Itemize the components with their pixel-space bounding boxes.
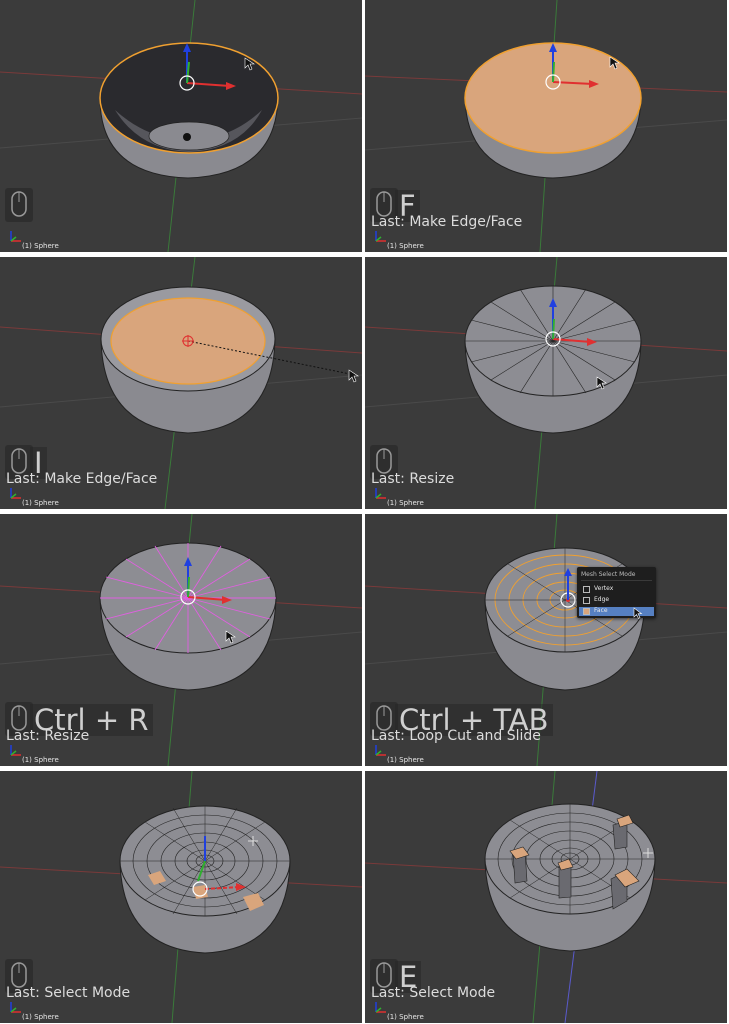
viewport-panel-1[interactable]: (1) Sphere [0,0,362,252]
viewport-panel-2[interactable]: F Last: Make Edge/Face (1) Sphere [365,0,727,252]
view-axes-icon [375,488,386,499]
object-name: (1) Sphere [387,1013,424,1021]
object-name: (1) Sphere [387,756,424,764]
viewport-panel-3[interactable]: I Last: Make Edge/Face (1) Sphere [0,257,362,509]
viewport-panel-7[interactable]: Last: Select Mode (1) Sphere [0,771,362,1023]
tutorial-step-grid: (1) Sphere F Last: Make Edge/Face (1) Sp… [0,0,729,1024]
menu-item-vertex[interactable]: Vertex [579,585,654,594]
viewport-panel-5[interactable]: Ctrl + R Last: Resize (1) Sphere [0,514,362,766]
view-axes-icon [10,488,21,499]
last-operator-label: Last: Make Edge/Face [371,214,523,230]
cursor-arrow-icon [633,607,643,619]
bowl-mesh-scene [0,0,362,252]
view-axes-icon [375,231,386,242]
object-name: (1) Sphere [22,756,59,764]
mesh-select-mode-menu[interactable]: Mesh Select Mode Vertex Edge Face [577,567,656,619]
last-operator-label: Last: Loop Cut and Slide [371,728,541,744]
view-axes-icon [375,745,386,756]
view-axes-icon [375,1002,386,1013]
last-operator-label: Last: Select Mode [371,985,496,1001]
viewport-panel-8[interactable]: E Last: Select Mode (1) Sphere [365,771,727,1023]
menu-title: Mesh Select Mode [581,571,636,578]
face-mode-icon [583,608,590,615]
object-name: (1) Sphere [22,499,59,507]
last-operator-label: Last: Resize [6,728,90,744]
object-name: (1) Sphere [22,1013,59,1021]
last-operator-label: Last: Select Mode [6,985,131,1001]
viewport-panel-4[interactable]: Last: Resize (1) Sphere [365,257,727,509]
viewport-panel-6[interactable]: Ctrl + TAB Last: Loop Cut and Slide (1) … [365,514,727,766]
vertex-mode-icon [583,586,590,593]
view-axes-icon [10,231,21,242]
menu-item-edge[interactable]: Edge [579,596,654,605]
mouse-hint-icon [5,188,33,222]
edge-mode-icon [583,597,590,604]
object-name: (1) Sphere [387,242,424,250]
view-axes-icon [10,1002,21,1013]
last-operator-label: Last: Make Edge/Face [6,471,158,487]
last-operator-label: Last: Resize [371,471,455,487]
object-name: (1) Sphere [22,242,59,250]
view-axes-icon [10,745,21,756]
menu-divider [581,580,652,581]
object-name: (1) Sphere [387,499,424,507]
